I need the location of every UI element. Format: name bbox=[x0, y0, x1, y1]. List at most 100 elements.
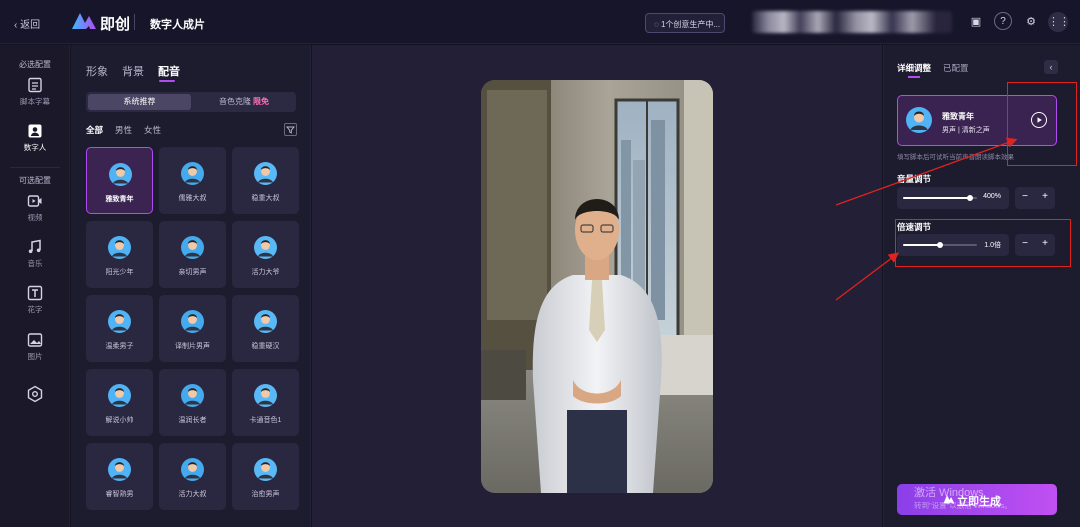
voice-tags: 男声 | 清新之声 bbox=[942, 127, 990, 134]
nav-item-script[interactable]: 脚本字幕 bbox=[0, 77, 70, 107]
voice-card[interactable]: 雅致青年 bbox=[86, 147, 153, 214]
divider bbox=[10, 167, 60, 168]
voice-avatar bbox=[181, 384, 204, 407]
nav-item-label: 花字 bbox=[27, 305, 43, 314]
nav-item-label: 数字人 bbox=[23, 143, 47, 152]
brand-name: 即创 bbox=[100, 16, 131, 33]
voice-card[interactable]: 治愈男声 bbox=[232, 443, 299, 510]
voice-card[interactable]: 译制片男声 bbox=[159, 295, 226, 362]
nav-item-video[interactable]: 视频 bbox=[0, 193, 70, 223]
settings-icon[interactable]: ⚙ bbox=[1021, 12, 1041, 32]
video-icon bbox=[27, 195, 42, 207]
voice-name: 阳光少年 bbox=[105, 269, 134, 276]
voice-name: 卡通音色1 bbox=[249, 417, 282, 424]
nav-item-music[interactable]: 音乐 bbox=[0, 239, 70, 269]
preview-hint: 填写脚本后可试听当前声音朗读脚本效果 bbox=[897, 154, 1014, 161]
voice-card[interactable]: 温润长者 bbox=[159, 369, 226, 436]
nav-item-label: 脚本字幕 bbox=[20, 97, 50, 106]
active-tab-indicator bbox=[159, 80, 175, 82]
voice-avatar bbox=[108, 458, 131, 481]
required-group-label: 必选配置 bbox=[19, 60, 51, 69]
voice-name: 温润长者 bbox=[178, 417, 207, 424]
volume-increase-button[interactable]: + bbox=[1035, 191, 1055, 202]
volume-value: 400% bbox=[983, 193, 1001, 200]
left-nav: 必选配置 脚本字幕 数字人 可选配置 视频 音乐 花字 图片 bbox=[0, 45, 70, 527]
help-icon[interactable]: ? bbox=[994, 12, 1012, 30]
voice-source-switch: 系统推荐 音色克隆 限免 bbox=[86, 92, 296, 112]
nav-item-more[interactable] bbox=[0, 385, 70, 403]
voice-card[interactable]: 活力大叔 bbox=[159, 443, 226, 510]
voice-card[interactable]: 活力大爷 bbox=[232, 221, 299, 288]
image-icon bbox=[27, 333, 43, 347]
divider bbox=[134, 14, 135, 30]
voice-card[interactable]: 卡通音色1 bbox=[232, 369, 299, 436]
nav-item-label: 视频 bbox=[27, 213, 43, 222]
voice-avatar bbox=[109, 163, 132, 186]
optional-group-label: 可选配置 bbox=[19, 176, 51, 185]
voice-name: 活力大叔 bbox=[178, 491, 207, 498]
volume-decrease-button[interactable]: − bbox=[1015, 191, 1035, 202]
segment-recommended[interactable]: 系统推荐 bbox=[88, 94, 191, 110]
account-info-blurred[interactable] bbox=[752, 11, 952, 33]
voice-card[interactable]: 亲切男声 bbox=[159, 221, 226, 288]
app-logo-icon bbox=[72, 13, 96, 29]
apps-grid-icon[interactable]: ⋮⋮ bbox=[1048, 12, 1070, 32]
nav-item-image[interactable]: 图片 bbox=[0, 332, 70, 362]
gift-icon[interactable]: ▣ bbox=[966, 12, 986, 32]
slider-handle[interactable] bbox=[966, 195, 973, 201]
filter-female[interactable]: 女性 bbox=[144, 124, 161, 136]
voice-avatar bbox=[181, 162, 204, 185]
voice-card[interactable]: 稳重大叔 bbox=[232, 147, 299, 214]
volume-label: 音量调节 bbox=[897, 174, 932, 184]
filter-all[interactable]: 全部 bbox=[86, 124, 103, 136]
volume-stepper: − + bbox=[1015, 187, 1055, 209]
voice-name: 活力大爷 bbox=[251, 269, 280, 276]
voice-name: 解说小帅 bbox=[105, 417, 134, 424]
voice-name: 亲切男声 bbox=[178, 269, 207, 276]
voice-avatar bbox=[254, 310, 277, 333]
voice-avatar bbox=[181, 310, 204, 333]
page-title: 数字人成片 bbox=[150, 19, 205, 31]
voice-card[interactable]: 睿智熟男 bbox=[86, 443, 153, 510]
nav-item-text-effect[interactable]: 花字 bbox=[0, 285, 70, 315]
tab-configured[interactable]: 已配置 bbox=[943, 62, 969, 74]
voice-avatar bbox=[254, 236, 277, 259]
voice-name: 稳重大叔 bbox=[251, 195, 280, 202]
script-icon bbox=[28, 77, 42, 93]
collapse-panel-button[interactable]: ‹ bbox=[1044, 60, 1058, 74]
voice-card[interactable]: 儒雅大叔 bbox=[159, 147, 226, 214]
task-status-button[interactable]: ◌ 1个创意生产中... bbox=[645, 13, 725, 33]
voice-card[interactable]: 阳光少年 bbox=[86, 221, 153, 288]
tab-voice[interactable]: 配音 bbox=[158, 63, 180, 79]
voice-avatar bbox=[181, 458, 204, 481]
voice-name: 雅致青年 bbox=[105, 196, 134, 203]
back-button[interactable]: ‹ 返回 bbox=[14, 16, 40, 31]
filter-male[interactable]: 男性 bbox=[115, 124, 132, 136]
nav-item-label: 图片 bbox=[27, 352, 43, 361]
slider-track bbox=[903, 195, 977, 201]
voice-avatar bbox=[108, 310, 131, 333]
segment-label: 音色克隆 bbox=[219, 97, 251, 106]
segment-voice-clone[interactable]: 音色克隆 限免 bbox=[194, 94, 294, 110]
voice-panel: 形象 背景 配音 系统推荐 音色克隆 限免 全部 男性 女性 雅致青年 儒雅大叔稳重… bbox=[71, 45, 311, 527]
limited-free-badge: 限免 bbox=[253, 97, 269, 106]
filter-funnel-icon[interactable] bbox=[284, 123, 297, 136]
voice-avatar bbox=[181, 236, 204, 259]
nav-item-label: 音乐 bbox=[27, 259, 43, 268]
active-tab-indicator bbox=[908, 76, 920, 78]
music-icon bbox=[28, 239, 41, 254]
voice-card[interactable]: 温柔男子 bbox=[86, 295, 153, 362]
tab-appearance[interactable]: 形象 bbox=[86, 63, 108, 79]
voice-card[interactable]: 解说小帅 bbox=[86, 369, 153, 436]
text-effect-icon bbox=[27, 285, 43, 301]
tab-background[interactable]: 背景 bbox=[122, 63, 144, 79]
volume-slider[interactable]: 400% bbox=[897, 187, 1009, 209]
voice-avatar bbox=[254, 162, 277, 185]
slider-fill bbox=[903, 197, 970, 199]
top-bar: ‹ 返回 即创 数字人成片 ◌ 1个创意生产中... ▣ ? ⚙ ⋮⋮ bbox=[0, 0, 1080, 44]
tab-detail-adjust[interactable]: 详细调整 bbox=[897, 62, 931, 74]
voice-name: 译制片男声 bbox=[175, 343, 210, 350]
voice-name: 睿智熟男 bbox=[105, 491, 134, 498]
nav-item-digital-human[interactable]: 数字人 bbox=[0, 123, 70, 153]
voice-card[interactable]: 稳重硬汉 bbox=[232, 295, 299, 362]
